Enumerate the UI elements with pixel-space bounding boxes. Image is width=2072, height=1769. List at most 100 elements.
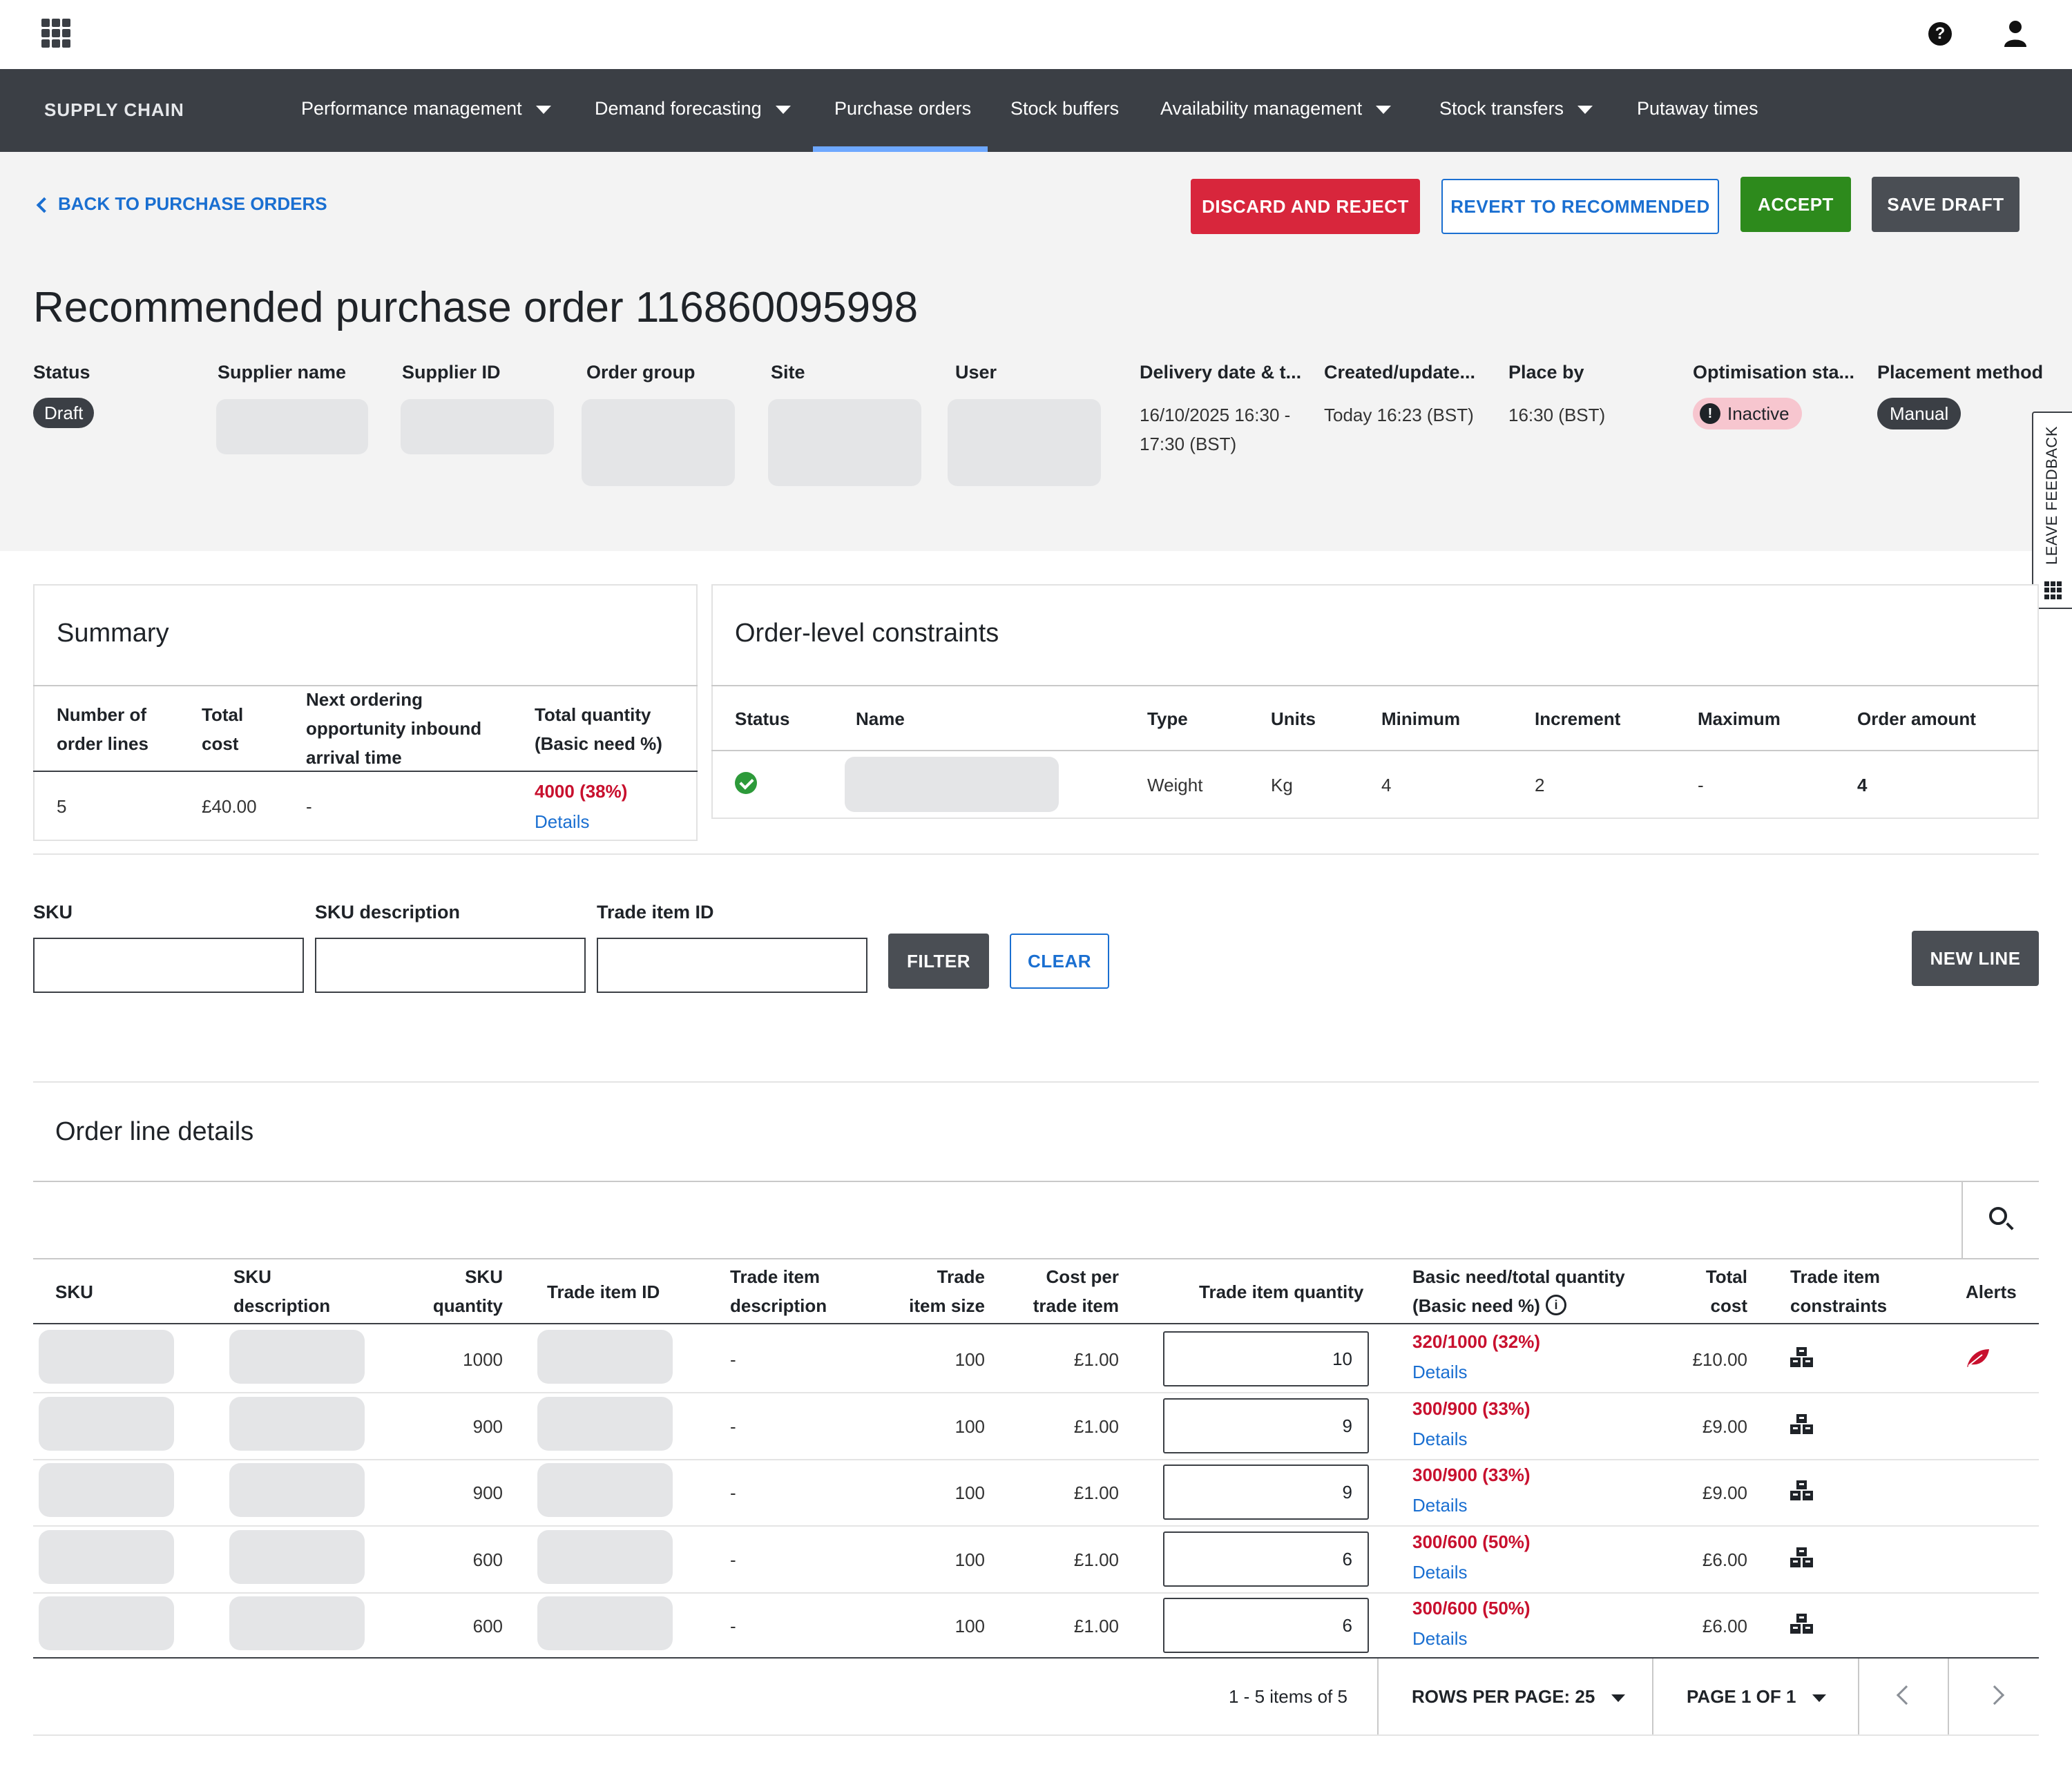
col-header-sku-quantity: SKU quantity [428,1262,503,1320]
header-line: description [730,1295,827,1316]
top-bar: ? [0,0,2072,69]
search-icon [1989,1207,2007,1225]
summary-details-link[interactable]: Details [535,811,589,833]
divider [711,685,2039,686]
basic-need-details-link[interactable]: Details [1412,1495,1467,1516]
nav-item-label: Putaway times [1637,98,1758,119]
created-updated-value: Today 16:23 (BST) [1324,405,1474,425]
sku-description-filter-label: SKU description [315,902,461,922]
boxes-icon[interactable] [1790,1547,1814,1569]
basic-need-details-link[interactable]: Details [1412,1628,1467,1650]
sku-redacted [39,1530,174,1584]
sku-description-filter-input[interactable] [315,938,586,993]
user-redacted [948,399,1101,486]
col-header-basic-need: Basic need/total quantity (Basic need %) i [1412,1262,1625,1320]
main-navigation: SUPPLY CHAIN Performance management Dema… [0,69,2072,152]
nav-item-demand-forecasting[interactable]: Demand forecasting [595,98,791,119]
trade-item-quantity-input[interactable]: 6 [1163,1531,1369,1587]
trade-item-quantity-input[interactable]: 10 [1163,1331,1369,1386]
summary-total-cost-value: £40.00 [202,796,257,817]
header-line: SKU [233,1266,271,1287]
boxes-icon[interactable] [1790,1413,1814,1436]
trade-item-size-cell: 100 [955,1482,985,1503]
discard-and-reject-button[interactable]: DISCARD AND REJECT [1191,179,1420,234]
nav-item-label: Availability management [1160,98,1363,119]
trade-item-id-filter-input[interactable] [597,938,867,993]
header-line: order lines [57,733,148,754]
rows-per-page-select[interactable]: ROWS PER PAGE: 25 [1412,1686,1626,1708]
row-divider [33,1525,2039,1527]
summary-header-next-ordering: Next ordering opportunity inbound arrival … [306,685,481,772]
basic-need-details-link[interactable]: Details [1412,1429,1467,1450]
trade-item-id-redacted [537,1463,673,1517]
help-icon[interactable]: ? [1928,22,1952,46]
sku-filter-label: SKU [33,902,73,922]
boxes-icon[interactable] [1790,1480,1814,1502]
status-badge: Draft [33,398,95,428]
basic-need-details-link[interactable]: Details [1412,1562,1467,1583]
header-line: Basic need/total quantity [1412,1266,1625,1287]
caret-down-icon [1812,1694,1827,1702]
col-header-cost-per-trade-item: Cost per trade item [1022,1262,1119,1320]
col-header-trade-item-size: Trade item size [898,1262,985,1320]
divider [33,771,698,772]
trade-item-description-cell: - [730,1616,736,1636]
back-to-purchase-orders-link[interactable]: BACK TO PURCHASE ORDERS [36,193,327,215]
trade-item-quantity-input[interactable]: 9 [1163,1398,1369,1453]
total-cost-cell: £9.00 [1702,1482,1747,1503]
sku-filter-input[interactable] [33,938,304,993]
nav-item-purchase-orders[interactable]: Purchase orders [834,98,971,119]
previous-page-icon[interactable] [1896,1685,1917,1705]
basic-need-details-link[interactable]: Details [1412,1362,1467,1383]
constraints-header-order-amount: Order amount [1857,708,1976,729]
sku-quantity-cell: 1000 [463,1349,503,1370]
divider [1858,1659,1859,1736]
app-launcher-icon[interactable] [41,19,70,48]
constraint-type-value: Weight [1147,775,1203,795]
nav-item-stock-transfers[interactable]: Stock transfers [1439,98,1593,119]
trade-item-quantity-input[interactable]: 6 [1163,1598,1369,1653]
revert-to-recommended-button[interactable]: REVERT TO RECOMMENDED [1441,179,1719,234]
nav-item-stock-buffers[interactable]: Stock buffers [1010,98,1119,119]
filter-button[interactable]: FILTER [888,934,989,989]
page-select[interactable]: PAGE 1 OF 1 [1687,1686,1827,1708]
trade-item-description-cell: - [730,1416,736,1437]
clear-button[interactable]: CLEAR [1010,934,1109,989]
table-search-button[interactable] [1961,1182,2039,1258]
constraint-increment-value: 2 [1535,775,1545,795]
save-draft-button[interactable]: SAVE DRAFT [1872,177,2020,232]
user-icon[interactable] [2003,19,2028,47]
delivery-date-line-2: 17:30 (BST) [1140,434,1237,454]
col-header-trade-item-description: Trade item description [730,1262,827,1320]
sku-redacted [39,1596,174,1650]
constraint-maximum-value: - [1698,775,1704,795]
summary-header-total-cost: Total cost [202,700,243,758]
leave-feedback-tab[interactable]: LEAVE FEEDBACK [2032,412,2072,609]
boxes-icon[interactable] [1790,1346,1814,1369]
constraints-header-maximum: Maximum [1698,708,1781,729]
supplier-id-label: Supplier ID [402,362,501,383]
trade-item-id-redacted [537,1397,673,1451]
page-title: Recommended purchase order 116860095998 [33,284,919,331]
summary-header-order-lines: Number of order lines [57,700,148,758]
new-line-button[interactable]: NEW LINE [1912,931,2039,986]
trade-item-quantity-input[interactable]: 9 [1163,1464,1369,1520]
trade-item-id-redacted [537,1330,673,1384]
header-line: Cost per [1046,1266,1119,1287]
leaf-alert-icon[interactable] [1966,1348,1991,1369]
boxes-icon[interactable] [1790,1613,1814,1635]
nav-item-label: Performance management [301,98,522,119]
accept-button[interactable]: ACCEPT [1740,177,1851,232]
nav-item-performance-management[interactable]: Performance management [301,98,551,119]
caret-down-icon [1577,105,1593,114]
nav-item-putaway-times[interactable]: Putaway times [1637,98,1758,119]
info-icon[interactable]: i [1545,1295,1566,1316]
total-cost-cell: £6.00 [1702,1616,1747,1636]
site-label: Site [771,362,805,383]
nav-item-availability-management[interactable]: Availability management [1160,98,1392,119]
header-line: (Basic need %) i [1412,1291,1625,1320]
delivery-date-label: Delivery date & t... [1140,362,1302,383]
supplier-name-redacted [216,399,368,454]
next-page-icon[interactable] [1984,1685,2005,1705]
placement-method-badge: Manual [1877,398,1961,429]
